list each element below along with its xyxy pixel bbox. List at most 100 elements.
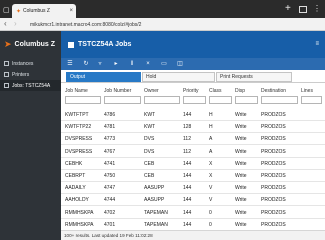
sidebar: ➤ Columbus Z Instances Printers Jobs: TS… xyxy=(0,31,61,240)
table-row[interactable]: DVSPRESS 4767 DVS 112 A Write PRODZOS xyxy=(61,145,325,158)
view-icon[interactable]: ◫ xyxy=(177,61,183,67)
table-row[interactable]: DVSPRESS 4773 DVS 112 A Write PRODZOS xyxy=(61,132,325,146)
table-cell: 4767 xyxy=(104,148,116,155)
table-cell: PRODZOS xyxy=(261,221,286,228)
browser-tab[interactable]: ✦ Columbus Z × xyxy=(12,4,76,18)
table-row[interactable]: RMMHSKPA 4701 TAPEMAN 144 0 Write PRODZOS xyxy=(61,218,325,231)
table-cell: DVSPRESS xyxy=(65,148,93,155)
browser-menu-icon[interactable]: ⋮ xyxy=(313,4,321,13)
table-cell: 144 xyxy=(183,197,192,204)
purge-icon[interactable]: × xyxy=(145,61,151,67)
table-cell: Write xyxy=(235,136,247,143)
tab-output[interactable]: Output xyxy=(66,72,141,82)
table-cell: Write xyxy=(235,148,247,155)
new-tab-icon[interactable]: + xyxy=(285,3,291,14)
brand-name: Columbus Z xyxy=(14,41,55,48)
owner-filter[interactable] xyxy=(144,96,180,104)
sidebar-item-printers[interactable]: Printers xyxy=(0,69,61,80)
url-input[interactable]: mikukmcr1.intranet.macro4.com:8080/colz/… xyxy=(30,22,141,28)
table-cell: 112 xyxy=(183,136,191,143)
table-cell: 128 xyxy=(183,124,192,131)
table-cell: PRODZOS xyxy=(261,185,286,192)
table-cell: PRODZOS xyxy=(261,160,286,167)
table-cell: 144 xyxy=(183,173,192,179)
table-row[interactable]: CEBRPT 4750 CEB 144 X Write PRODZOS xyxy=(61,169,325,182)
table-cell: A xyxy=(209,136,213,143)
job-name-filter[interactable] xyxy=(65,96,101,104)
tab-switcher-icon[interactable] xyxy=(299,6,307,13)
brand: ➤ Columbus Z xyxy=(0,31,61,58)
columbus-logo-icon: ➤ xyxy=(4,39,12,49)
filter-icon[interactable]: ▿ xyxy=(97,61,103,67)
table-cell: 4773 xyxy=(104,136,116,143)
column-header-lines[interactable]: Lines xyxy=(301,88,313,94)
column-header-job-number[interactable]: Job Number xyxy=(104,88,131,94)
column-header-priority[interactable]: Priority xyxy=(183,88,199,94)
tab-hold[interactable]: Hold xyxy=(142,72,215,82)
table-cell: 4750 xyxy=(104,173,116,179)
table-cell: Write xyxy=(235,221,247,228)
table-cell: H xyxy=(209,112,213,118)
table-cell: 4786 xyxy=(104,112,116,118)
close-tab-icon[interactable]: × xyxy=(69,8,73,14)
table-cell: A xyxy=(209,148,213,155)
column-header-disp[interactable]: Disp xyxy=(235,88,245,94)
table-cell: PRODZOS xyxy=(261,136,286,143)
column-header-owner[interactable]: Owner xyxy=(144,88,159,94)
table-row[interactable]: AAHOLDY 4744 AASUPP 144 V Write PRODZOS xyxy=(61,193,325,207)
header-menu-icon[interactable]: ≡ xyxy=(315,41,319,47)
table-cell: Write xyxy=(235,209,247,216)
column-header-class[interactable]: Class xyxy=(209,88,222,94)
select-all-icon[interactable]: ☰ xyxy=(67,61,73,67)
table-cell: CEB xyxy=(144,160,155,167)
page-header: TSTCZ54A Jobs ≡ xyxy=(61,31,325,58)
sidebar-item-instances[interactable]: Instances xyxy=(0,58,61,69)
table-cell: PRODZOS xyxy=(261,148,286,155)
table-cell: DVS xyxy=(144,136,155,143)
lines-filter[interactable] xyxy=(301,96,322,104)
page-title: TSTCZ54A Jobs xyxy=(78,41,132,48)
table-cell: CEBHK xyxy=(65,160,83,167)
sidebar-item-jobs[interactable]: Jobs: TSTCZ54A xyxy=(0,80,61,91)
table-cell: 4744 xyxy=(104,197,116,204)
table-row[interactable]: CEBHK 4741 CEB 144 X Write PRODZOS xyxy=(61,157,325,170)
table-cell: PRODZOS xyxy=(261,112,286,118)
class-filter[interactable] xyxy=(209,96,232,104)
job-toolbar: ☰ ↻ ▿ ▸ ‖ × ▭ ◫ xyxy=(61,58,325,70)
table-cell: X xyxy=(209,160,213,167)
back-arrow-icon[interactable]: ‹ xyxy=(4,19,7,28)
table-cell: KWTFTPT xyxy=(65,112,89,118)
release-icon[interactable]: ▸ xyxy=(113,61,119,67)
table-row[interactable]: KWTFTP22 4781 KWT 128 H Write PRODZOS xyxy=(61,120,325,134)
refresh-icon[interactable]: ↻ xyxy=(83,61,89,67)
sidebar-item-label: Jobs: TSTCZ54A xyxy=(12,82,51,89)
table-cell: 144 xyxy=(183,221,192,228)
table-cell: 4747 xyxy=(104,185,116,192)
table-row[interactable]: KWTFTPT 4786 KWT 144 H Write PRODZOS xyxy=(61,108,325,121)
table-cell: 4741 xyxy=(104,160,116,167)
destination-filter[interactable] xyxy=(261,96,298,104)
status-text: 100+ results. Last updated 19 Feb 11:02:… xyxy=(61,230,325,240)
column-header-job-name[interactable]: Job Name xyxy=(65,88,88,94)
tab-print-requests[interactable]: Print Requests xyxy=(216,72,292,82)
hold-icon[interactable]: ‖ xyxy=(129,61,135,67)
disp-filter[interactable] xyxy=(235,96,258,104)
table-cell: PRODZOS xyxy=(261,197,286,204)
print-icon[interactable]: ▭ xyxy=(161,61,167,67)
table-cell: V xyxy=(209,185,213,192)
instances-icon xyxy=(4,61,9,66)
table-cell: 0 xyxy=(209,221,212,228)
table-cell: 144 xyxy=(183,209,192,216)
table-cell: AAHOLDY xyxy=(65,197,89,204)
column-header-destination[interactable]: Destination xyxy=(261,88,286,94)
table-cell: PRODZOS xyxy=(261,173,286,179)
priority-filter[interactable] xyxy=(183,96,206,104)
table-row[interactable]: RMMHSKPA 4702 TAPEMAN 144 0 Write PRODZOS xyxy=(61,206,325,219)
forward-arrow-icon[interactable]: › xyxy=(14,19,17,28)
jobs-header-icon xyxy=(68,41,74,48)
table-cell: TAPEMAN xyxy=(144,209,168,216)
table-row[interactable]: AADAILY 4747 AASUPP 144 V Write PRODZOS xyxy=(61,181,325,195)
table-cell: RMMHSKPA xyxy=(65,209,94,216)
job-number-filter[interactable] xyxy=(104,96,141,104)
table-cell: KWT xyxy=(144,124,156,131)
